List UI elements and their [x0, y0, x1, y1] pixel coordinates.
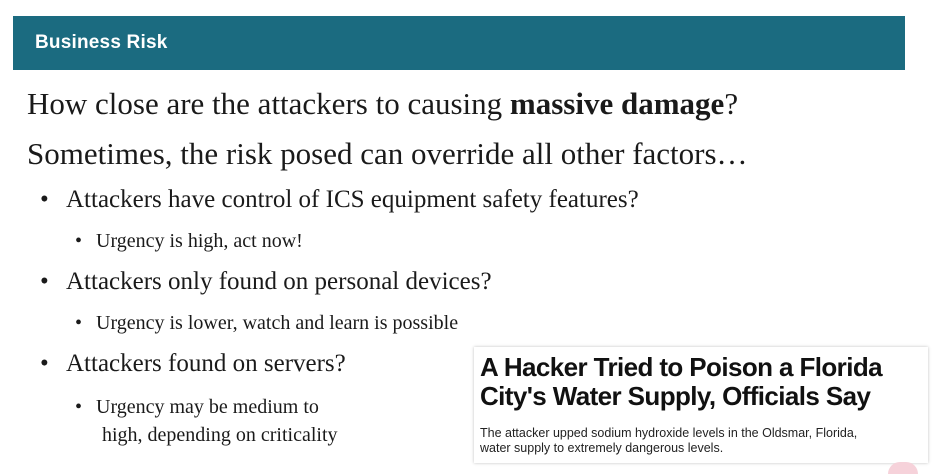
question-prefix: How close are the attackers to causing [27, 86, 510, 121]
question-suffix: ? [724, 86, 739, 121]
header-bar: Business Risk [13, 16, 905, 70]
sub-bullet-dot: • [75, 312, 83, 334]
subtitle-line: Sometimes, the risk posed can override a… [27, 136, 748, 171]
bullet-dot: • [40, 350, 49, 377]
sub-bullet-text: Urgency is lower, watch and learn is pos… [96, 312, 459, 334]
sub-bullet-continuation: high, depending on criticality [102, 424, 338, 446]
news-headline: A Hacker Tried to Poison a Florida City'… [480, 353, 926, 411]
sub-bullet-dot: • [75, 230, 83, 252]
slide-title: Business Risk [35, 32, 168, 53]
question-emphasis: massive damage [509, 86, 725, 121]
sub-bullet-text: Urgency may be medium to [96, 396, 319, 418]
news-dek: The attacker upped sodium hydroxide leve… [480, 426, 920, 456]
news-dek-line: The attacker upped sodium hydroxide leve… [480, 426, 858, 440]
news-dek-line: water supply to extremely dangerous leve… [480, 441, 724, 455]
news-headline-line: City's Water Supply, Officials Say [480, 381, 871, 411]
news-headline-line: A Hacker Tried to Poison a Florida [480, 352, 883, 382]
decorative-corner [888, 462, 918, 474]
bullet-text: Attackers found on servers? [66, 350, 346, 377]
sub-bullet-text: Urgency is high, act now! [96, 230, 303, 252]
bullet-dot: • [40, 268, 49, 295]
sub-bullet-dot: • [75, 396, 83, 418]
question-line: How close are the attackers to causing m… [27, 86, 738, 122]
bullet-text: Attackers only found on personal devices… [66, 268, 492, 295]
bullet-dot: • [40, 186, 49, 213]
news-clipping: A Hacker Tried to Poison a Florida City'… [474, 347, 928, 463]
bullet-text: Attackers have control of ICS equipment … [66, 186, 639, 213]
